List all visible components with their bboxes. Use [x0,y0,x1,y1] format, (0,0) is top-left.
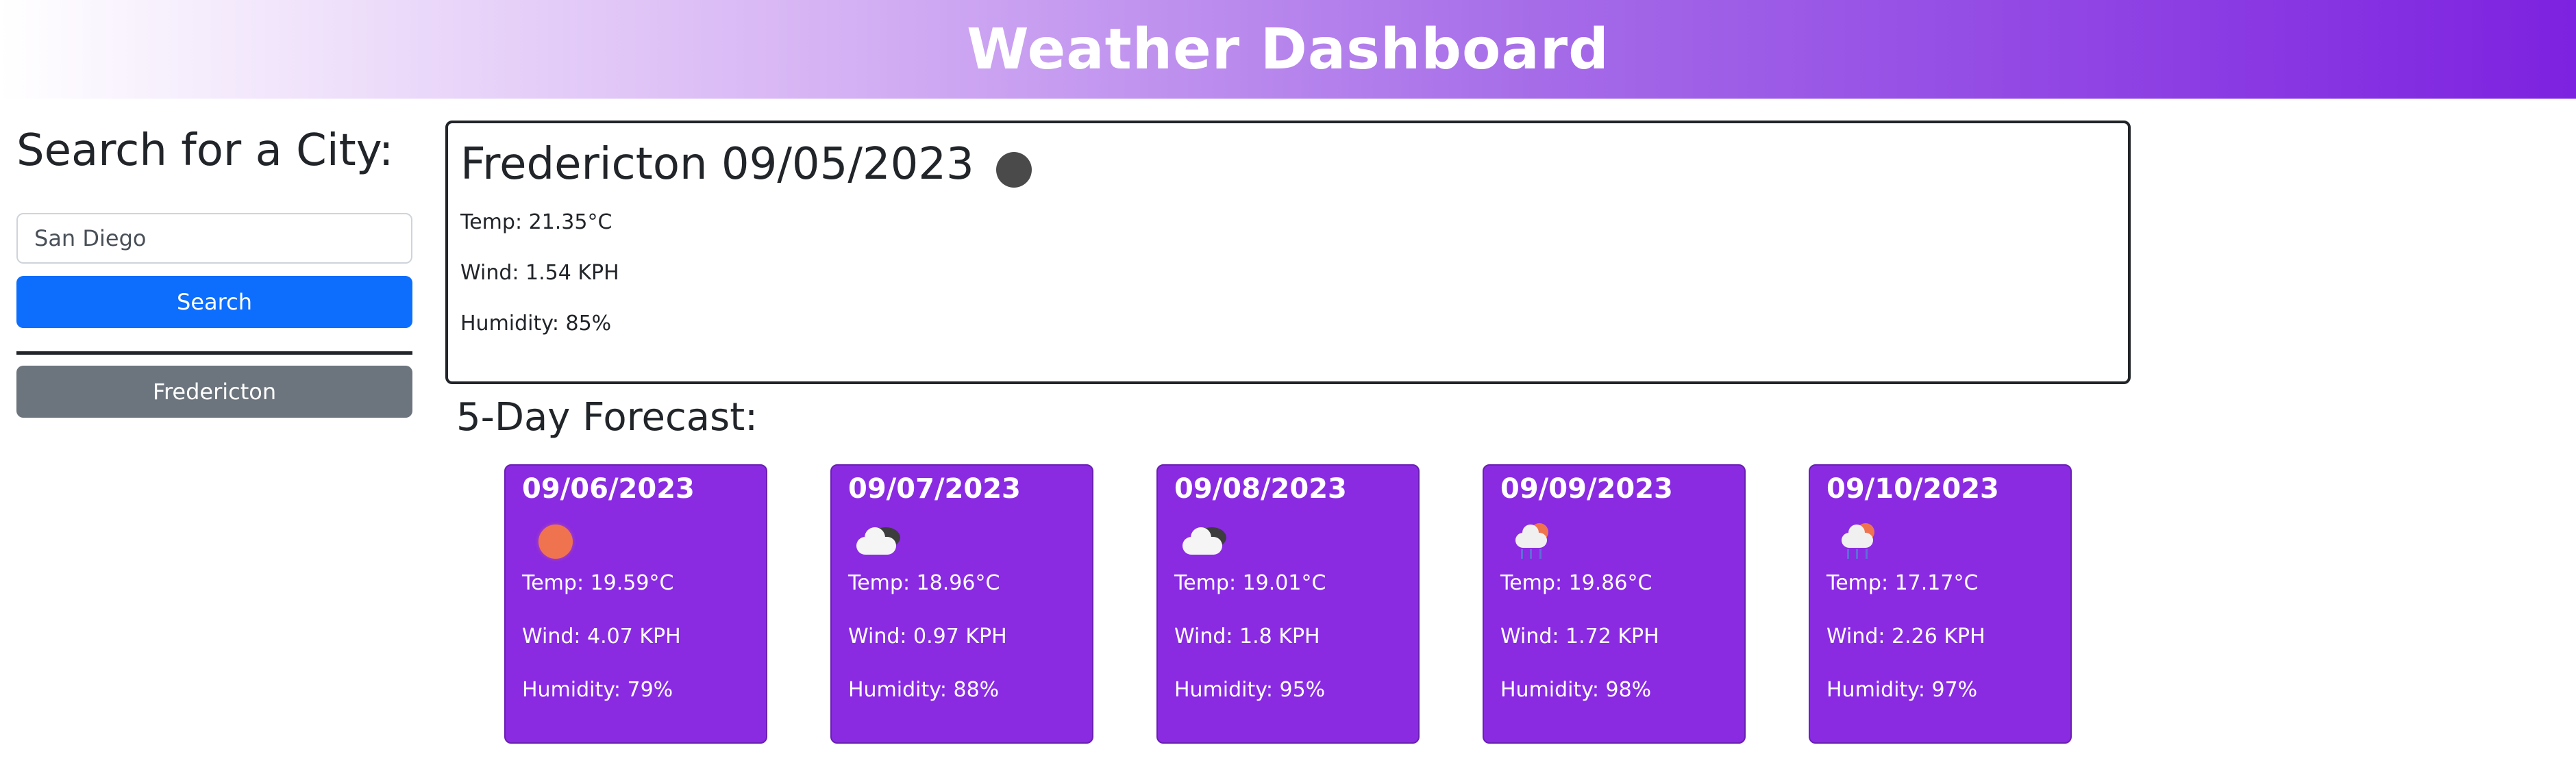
current-humidity: Humidity: 85% [460,311,612,336]
forecast-humidity: Humidity: 88% [848,678,1000,702]
rain-sun-icon [1500,512,1555,567]
forecast-card: 09/06/2023 Temp: 19.59°C Wind: 4.07 KPH … [504,464,767,744]
forecast-card: 09/09/2023 Temp: 19.86°C Wind: 1.72 KPH … [1483,464,1746,744]
sidebar: Search for a City: Search Fredericton [16,115,412,418]
search-button[interactable]: Search [16,275,412,328]
current-city-date: Fredericton 09/05/2023 [460,139,974,190]
forecast-wind: Wind: 0.97 KPH [848,625,1007,648]
current-title-row: Fredericton 09/05/2023 [460,138,2116,191]
forecast-humidity: Humidity: 95% [1174,678,1326,702]
forecast-temp: Temp: 19.86°C [1500,571,1652,595]
forecast-card: 09/07/2023 Temp: 18.96°C Wind: 0.97 KPH … [830,464,1093,744]
forecast-date: 09/10/2023 [1826,473,1999,505]
forecast-wind: Wind: 1.8 KPH [1174,625,1320,648]
rain-sun-icon [1826,512,1881,567]
sidebar-divider [16,351,412,355]
forecast-humidity: Humidity: 98% [1500,678,1652,702]
forecast-date: 09/07/2023 [848,473,1021,505]
forecast-wind: Wind: 2.26 KPH [1826,625,1985,648]
broken-clouds-icon [1174,512,1229,567]
forecast-card: 09/10/2023 Temp: 17.17°C Wind: 2.26 KPH … [1809,464,2072,744]
forecast-row: 09/06/2023 Temp: 19.59°C Wind: 4.07 KPH … [504,464,2072,744]
forecast-wind: Wind: 4.07 KPH [522,625,681,648]
city-search-input[interactable] [16,212,412,264]
history-city-button[interactable]: Fredericton [16,365,412,418]
forecast-temp: Temp: 18.96°C [848,571,1000,595]
current-weather-card: Fredericton 09/05/2023 Temp: 21.35°C Win… [445,121,2131,384]
page-title: Weather Dashboard [967,16,1609,82]
forecast-card: 09/08/2023 Temp: 19.01°C Wind: 1.8 KPH H… [1156,464,1420,744]
forecast-wind: Wind: 1.72 KPH [1500,625,1659,648]
current-temp: Temp: 21.35°C [460,210,612,234]
forecast-title: 5-Day Forecast: [456,395,758,440]
broken-clouds-icon [848,512,903,567]
forecast-humidity: Humidity: 97% [1826,678,1978,702]
forecast-date: 09/09/2023 [1500,473,1673,505]
search-title: Search for a City: [16,125,394,176]
forecast-temp: Temp: 17.17°C [1826,571,1979,595]
forecast-date: 09/06/2023 [522,473,695,505]
forecast-temp: Temp: 19.59°C [522,571,674,595]
forecast-temp: Temp: 19.01°C [1174,571,1326,595]
overcast-cloud-icon [995,152,1032,188]
forecast-humidity: Humidity: 79% [522,678,673,702]
current-wind: Wind: 1.54 KPH [460,260,619,285]
forecast-date: 09/08/2023 [1174,473,1347,505]
app-header: Weather Dashboard [0,0,2576,99]
clear-sun-icon [522,512,577,567]
